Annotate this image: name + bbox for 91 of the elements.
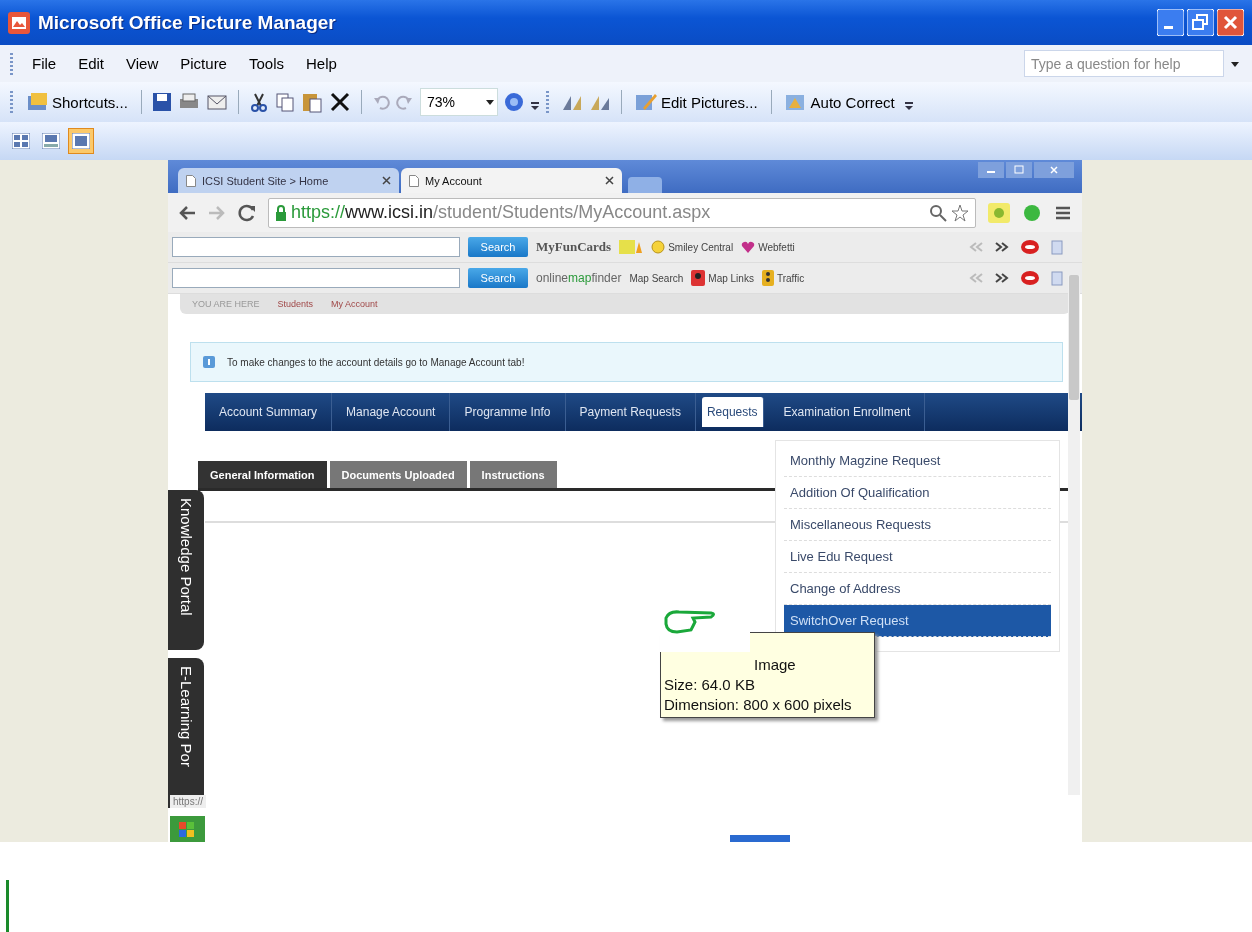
delete-icon[interactable] — [328, 91, 351, 113]
help-search-field[interactable]: Type a question for help — [1024, 50, 1224, 77]
search-button[interactable]: Search — [468, 268, 528, 288]
window-title: Microsoft Office Picture Manager — [38, 11, 337, 34]
menu-item[interactable]: Help — [297, 52, 346, 75]
auto-correct-button[interactable]: Auto Correct — [781, 90, 898, 114]
side-tab[interactable]: Knowledge Portal — [168, 490, 204, 650]
copy-icon[interactable] — [274, 92, 295, 112]
extension-icon[interactable] — [1022, 202, 1042, 223]
section-tab[interactable]: Documents Uploaded — [329, 461, 467, 488]
nav-tab[interactable]: Account Summary — [205, 393, 333, 431]
search-icon[interactable] — [929, 203, 947, 222]
map-pin-icon — [691, 270, 706, 286]
cards-icon — [619, 240, 644, 254]
menu-item[interactable]: Miscellaneous Requests — [784, 509, 1051, 541]
nav-tab[interactable]: Examination Enrollment — [769, 393, 926, 431]
start-button[interactable] — [170, 816, 205, 842]
toolbar-link[interactable]: Smiley Central — [668, 241, 734, 253]
menu-item[interactable]: View — [117, 52, 168, 75]
breadcrumb-label: YOU ARE HERE — [192, 299, 260, 309]
info-icon — [203, 356, 215, 368]
menu-item[interactable]: Tools — [239, 52, 293, 75]
menu-icon[interactable] — [1054, 204, 1072, 221]
menu-item[interactable]: Live Edu Request — [784, 541, 1051, 573]
section-tab[interactable]: General Information — [198, 461, 327, 488]
smiley-icon — [651, 240, 666, 254]
nav-tab[interactable]: Programme Info — [450, 393, 566, 431]
restore-icon[interactable] — [1187, 9, 1214, 36]
reload-icon[interactable] — [238, 203, 256, 222]
breadcrumb-link[interactable]: My Account — [331, 299, 378, 309]
browser-tab[interactable]: ICSI Student Site > Home — [178, 168, 399, 193]
lips-icon[interactable] — [1020, 239, 1040, 255]
notice-text: To make changes to the account details go to Manage Account tab! — [227, 356, 525, 368]
zoom-dropdown[interactable]: 73% — [419, 88, 498, 116]
tooltip-text: Size: 64.0 KB — [664, 676, 755, 693]
toolbar-link[interactable]: Traffic — [776, 272, 805, 284]
menu-item[interactable]: Edit — [69, 52, 114, 75]
toolbar-link[interactable]: Map Search — [629, 272, 684, 284]
menu-item[interactable]: SwitchOver Request — [784, 605, 1051, 637]
tooltip-text: Image — [754, 656, 796, 673]
menu-item[interactable]: Addition Of Qualification — [784, 477, 1051, 509]
folder-shortcut-icon — [28, 92, 48, 112]
section-tab[interactable]: Instructions — [469, 461, 557, 488]
save-icon[interactable] — [151, 92, 172, 112]
breadcrumb-link[interactable]: Students — [277, 299, 314, 309]
tooltip-text: Dimension: 800 x 600 pixels — [664, 696, 852, 713]
search-field[interactable] — [172, 268, 460, 288]
lips-icon[interactable] — [1020, 270, 1040, 286]
close-icon[interactable] — [382, 176, 391, 185]
page-icon — [186, 174, 196, 187]
status-url: https:// — [170, 795, 206, 808]
pointing-hand-icon — [663, 608, 717, 634]
menu-item[interactable]: Picture — [171, 52, 236, 75]
paste-icon[interactable] — [300, 91, 323, 113]
search-field[interactable] — [172, 237, 460, 257]
menu-item[interactable]: File — [23, 52, 66, 75]
page-icon — [409, 174, 419, 187]
minimize-icon[interactable] — [978, 162, 1004, 178]
scrollbar[interactable] — [1068, 275, 1080, 795]
double-chevron-right-icon[interactable] — [994, 273, 1010, 283]
toolbar-link[interactable]: Webfetti — [758, 241, 795, 253]
nav-tab[interactable]: Requests — [701, 397, 764, 427]
traffic-light-icon — [761, 270, 774, 286]
edit-pictures-button[interactable]: Edit Pictures... — [631, 90, 761, 114]
extension-icon[interactable] — [988, 202, 1010, 223]
pencil-picture-icon — [634, 92, 657, 112]
back-arrow-icon[interactable] — [178, 204, 196, 221]
single-picture-view-button[interactable] — [68, 128, 94, 154]
double-chevron-right-icon[interactable] — [994, 242, 1010, 252]
lock-icon — [275, 204, 287, 221]
magic-picture-icon — [784, 92, 807, 112]
redo-icon[interactable] — [395, 93, 414, 111]
close-icon[interactable] — [605, 176, 614, 185]
nav-tab[interactable]: Payment Requests — [565, 393, 696, 431]
browser-tab[interactable]: My Account — [401, 168, 622, 193]
toolbar-link[interactable]: Map Links — [708, 272, 754, 284]
cut-icon[interactable] — [248, 92, 269, 112]
nav-tab[interactable]: Manage Account — [332, 393, 451, 431]
minimize-icon[interactable] — [1157, 9, 1184, 36]
shortcuts-button[interactable]: Shortcuts... — [25, 90, 131, 114]
toolbar-logo[interactable]: onlinemapfinder — [536, 271, 622, 285]
star-icon[interactable] — [951, 203, 969, 222]
help-icon[interactable] — [503, 92, 524, 112]
heart-icon — [741, 240, 756, 254]
toolbar-logo[interactable]: MyFunCards — [536, 239, 612, 255]
menu-item[interactable]: Monthly Magzine Request — [784, 445, 1051, 477]
undo-icon[interactable] — [371, 93, 390, 111]
email-icon[interactable] — [205, 92, 228, 112]
app-icon — [8, 11, 30, 34]
url-text: https://www.icsi.in/student/Students/MyAccount.aspx — [291, 202, 712, 223]
address-bar[interactable]: https://www.icsi.in/student/Students/MyAccount.aspx — [268, 197, 976, 228]
